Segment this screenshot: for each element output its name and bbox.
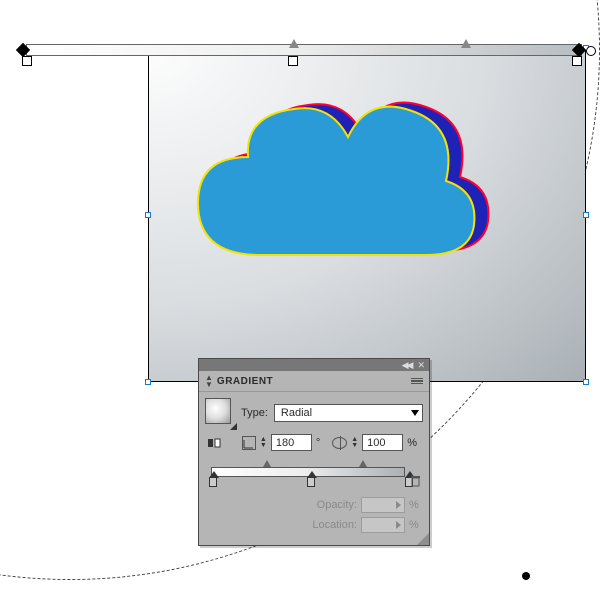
selection-handle-bl[interactable] [145, 379, 151, 385]
panel-tab-bar[interactable]: ◀◀ ✕ [199, 359, 429, 371]
gradient-type-select[interactable]: Radial [274, 404, 423, 422]
aspect-field[interactable]: 100 [362, 434, 403, 451]
location-field [361, 517, 405, 533]
panel-resize-grip[interactable] [417, 533, 429, 545]
panel-title-text: GRADIENT [217, 376, 273, 387]
type-label: Type: [241, 407, 268, 419]
gradient-panel: ◀◀ ✕ ▲▼ GRADIENT Type: Radial [198, 358, 430, 546]
panel-cycle-icon[interactable]: ▲▼ [205, 374, 213, 388]
radial-gradient-anchor[interactable] [522, 572, 530, 580]
aspect-stepper[interactable]: ▲▼ [351, 437, 358, 449]
location-label: Location: [301, 519, 357, 531]
slider-midpoint[interactable] [263, 460, 271, 467]
delete-stop-icon[interactable] [409, 475, 421, 487]
angle-field[interactable]: 180 [271, 434, 312, 451]
angle-stepper[interactable]: ▲▼ [260, 437, 267, 449]
opacity-label: Opacity: [301, 499, 357, 511]
slider-color-stop[interactable] [307, 477, 315, 487]
selection-handle-mr[interactable] [583, 212, 589, 218]
opacity-field [361, 497, 405, 513]
panel-collapse-icon[interactable]: ◀◀ [402, 360, 412, 371]
opacity-unit: % [409, 499, 423, 511]
gradient-type-value: Radial [281, 407, 312, 419]
gradient-annotator-track[interactable] [26, 44, 582, 56]
gradient-annotator-stop[interactable] [288, 56, 298, 66]
cloud-group[interactable] [190, 85, 490, 285]
panel-close-icon[interactable]: ✕ [417, 360, 425, 371]
gradient-annotator-midpoint[interactable] [289, 39, 299, 48]
reverse-gradient-icon[interactable] [207, 436, 221, 450]
slider-color-stop[interactable] [209, 477, 217, 487]
chevron-down-icon [411, 410, 419, 416]
gradient-annotator-endpoint-icon[interactable] [586, 46, 596, 56]
aspect-unit: % [407, 437, 417, 449]
selection-handle-br[interactable] [583, 379, 589, 385]
gradient-swatch[interactable] [205, 398, 235, 428]
location-unit: % [409, 519, 423, 531]
slider-midpoint[interactable] [359, 460, 367, 467]
gradient-annotator-midpoint[interactable] [461, 39, 471, 48]
angle-icon [242, 436, 256, 450]
panel-menu-icon[interactable] [411, 378, 423, 385]
panel-header: ▲▼ GRADIENT [199, 371, 429, 392]
gradient-annotator-stop[interactable] [22, 56, 32, 66]
aspect-ratio-icon [332, 437, 347, 449]
gradient-annotator-stop[interactable] [572, 56, 582, 66]
gradient-slider[interactable] [207, 457, 421, 489]
selection-handle-ml[interactable] [145, 212, 151, 218]
angle-unit: ° [316, 437, 320, 449]
